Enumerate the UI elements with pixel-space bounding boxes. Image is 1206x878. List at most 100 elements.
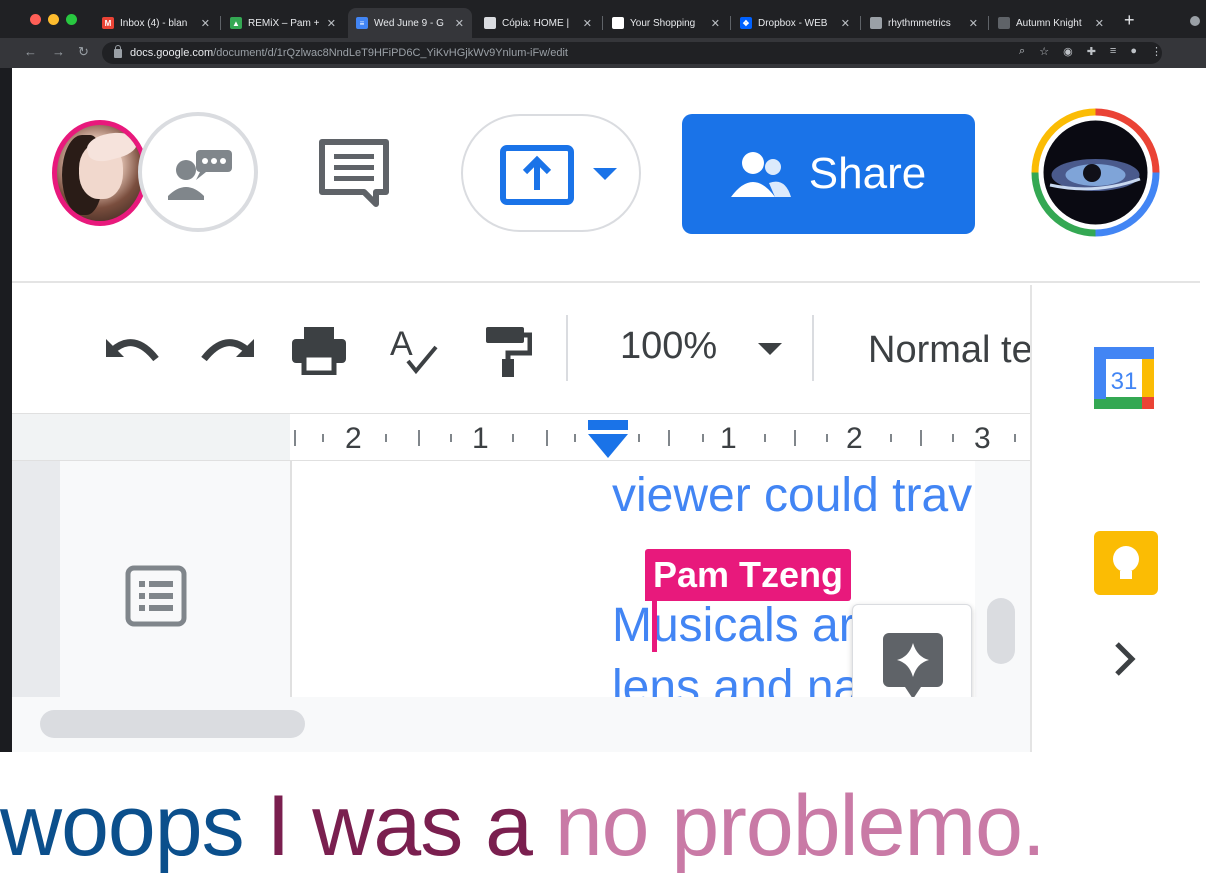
caption: woops I was a no problemo. bbox=[0, 776, 1206, 876]
browser-tab[interactable]: ❖ Dropbox - WEB ✕ bbox=[732, 8, 858, 38]
spellcheck-icon[interactable]: A bbox=[388, 325, 440, 377]
zoom-select[interactable]: 100% bbox=[620, 325, 717, 368]
close-tab-icon[interactable]: ✕ bbox=[455, 17, 464, 30]
calendar-icon[interactable]: 31 bbox=[1092, 345, 1156, 411]
ruler-tick bbox=[638, 434, 640, 442]
close-window-button[interactable] bbox=[30, 14, 41, 25]
new-tab-button[interactable]: + bbox=[1124, 10, 1135, 31]
ruler-tick bbox=[546, 430, 548, 446]
bookmark-star-icon[interactable]: ☆ bbox=[1039, 45, 1049, 58]
body-text-line[interactable]: viewer could trav bbox=[612, 468, 972, 523]
ruler[interactable]: 2 1 1 2 3 bbox=[12, 413, 1030, 461]
tab-label: Your Shopping bbox=[630, 17, 696, 29]
browser-tab[interactable]: Autumn Knight ✕ bbox=[990, 8, 1112, 38]
horizontal-scrollbar[interactable] bbox=[40, 710, 305, 738]
close-tab-icon[interactable]: ✕ bbox=[1095, 17, 1104, 30]
close-tab-icon[interactable]: ✕ bbox=[841, 17, 850, 30]
back-icon[interactable]: ← bbox=[24, 44, 37, 59]
page-icon bbox=[998, 17, 1010, 29]
indent-marker-icon[interactable] bbox=[586, 418, 630, 460]
zoom-icon[interactable]: ⌕ bbox=[1019, 45, 1025, 58]
zoom-dropdown-icon[interactable] bbox=[756, 341, 784, 357]
ruler-tick bbox=[702, 434, 704, 442]
calendar-day: 31 bbox=[1111, 368, 1138, 395]
ruler-tick bbox=[952, 434, 954, 442]
cube-icon bbox=[870, 17, 882, 29]
ruler-tick bbox=[385, 434, 387, 442]
avatar-hand bbox=[84, 126, 140, 166]
url-host: docs.google.com bbox=[130, 47, 214, 59]
paint-format-icon[interactable] bbox=[482, 323, 532, 379]
ruler-page-area bbox=[290, 414, 1030, 460]
caption-part-1: woops bbox=[0, 778, 267, 874]
ruler-number: 3 bbox=[974, 422, 991, 455]
present-button[interactable] bbox=[461, 114, 641, 232]
document-outline-icon[interactable] bbox=[125, 565, 187, 627]
ruler-tick bbox=[574, 434, 576, 442]
close-tab-icon[interactable]: ✕ bbox=[201, 17, 210, 30]
browser-tab[interactable]: M Inbox (4) - blan ✕ bbox=[94, 8, 218, 38]
maximize-window-button[interactable] bbox=[66, 14, 77, 25]
tab-label: Dropbox - WEB bbox=[758, 17, 828, 29]
anonymous-viewer-avatar[interactable] bbox=[138, 112, 258, 232]
paragraph-style-select[interactable]: Normal te bbox=[868, 329, 1030, 372]
media-icon[interactable]: ≡ bbox=[1110, 45, 1116, 58]
account-avatar[interactable] bbox=[1030, 107, 1161, 238]
side-panel: 31 bbox=[1030, 285, 1200, 752]
tab-label: Cópia: HOME | bbox=[502, 17, 570, 29]
drive-icon: ▲ bbox=[230, 17, 242, 29]
collaborator-cursor-label: Pam Tzeng bbox=[645, 549, 852, 601]
toolbar-divider bbox=[812, 315, 814, 381]
ruler-tick bbox=[764, 434, 766, 442]
expand-panel-icon[interactable] bbox=[1114, 641, 1136, 677]
close-tab-icon[interactable]: ✕ bbox=[711, 17, 720, 30]
browser-tab[interactable]: Your Shopping ✕ bbox=[604, 8, 728, 38]
keep-icon[interactable] bbox=[1094, 531, 1158, 595]
menu-icon[interactable]: ⋮ bbox=[1151, 45, 1162, 58]
browser-tab[interactable]: ≡ Wed June 9 - G ✕ bbox=[348, 8, 472, 38]
puzzle-icon[interactable]: ✚ bbox=[1087, 45, 1096, 58]
close-tab-icon[interactable]: ✕ bbox=[327, 17, 336, 30]
ruler-tick bbox=[294, 430, 296, 446]
browser-tab[interactable]: ▲ REMiX – Pam + ✕ bbox=[222, 8, 344, 38]
url-field[interactable]: docs.google.com/document/d/1rQzlwac8NndL… bbox=[102, 42, 1162, 64]
ruler-number: 2 bbox=[345, 422, 362, 455]
tab-strip: M Inbox (4) - blan ✕ ▲ REMiX – Pam + ✕ ≡ Wed J… bbox=[0, 0, 1206, 40]
undo-icon[interactable] bbox=[104, 329, 162, 369]
caption-part-3: no problemo. bbox=[554, 778, 1046, 874]
collaborator-avatar-pam[interactable] bbox=[52, 120, 148, 226]
screen: M Inbox (4) - blan ✕ ▲ REMiX – Pam + ✕ ≡ Wed J… bbox=[0, 0, 1206, 878]
url-path: /document/d/1rQzlwac8NndLeT9HFiPD6C_YiKv… bbox=[213, 47, 568, 59]
tab-separator bbox=[988, 16, 989, 30]
tab-separator bbox=[860, 16, 861, 30]
comment-history-icon[interactable] bbox=[318, 138, 390, 208]
profile-icon[interactable]: ● bbox=[1130, 45, 1137, 58]
tab-label: Autumn Knight bbox=[1016, 17, 1082, 29]
lock-icon bbox=[114, 44, 122, 58]
extension-eye-icon[interactable]: ◉ bbox=[1063, 45, 1073, 58]
reload-icon[interactable]: ↻ bbox=[78, 44, 89, 60]
toolbar-divider bbox=[566, 315, 568, 381]
tab-search-icon[interactable] bbox=[1190, 16, 1200, 26]
tab-separator bbox=[602, 16, 603, 30]
close-tab-icon[interactable]: ✕ bbox=[969, 17, 978, 30]
browser-tab[interactable]: Cópia: HOME | ✕ bbox=[476, 8, 600, 38]
tab-label: rhythmmetrics bbox=[888, 17, 951, 29]
ruler-number: 2 bbox=[846, 422, 863, 455]
body-text-line[interactable]: Musicals ar bbox=[612, 598, 855, 653]
forward-icon[interactable]: → bbox=[52, 44, 65, 59]
share-button[interactable]: Share bbox=[682, 114, 975, 234]
redo-icon[interactable] bbox=[198, 329, 256, 369]
browser-chrome: M Inbox (4) - blan ✕ ▲ REMiX – Pam + ✕ ≡ Wed J… bbox=[0, 0, 1206, 68]
browser-tab[interactable]: rhythmmetrics ✕ bbox=[862, 8, 986, 38]
caption-part-2: I was a bbox=[266, 778, 555, 874]
vertical-scrollbar[interactable] bbox=[987, 598, 1015, 664]
close-tab-icon[interactable]: ✕ bbox=[583, 17, 592, 30]
print-icon[interactable] bbox=[290, 325, 348, 375]
tab-separator bbox=[220, 16, 221, 30]
ruler-number: 1 bbox=[472, 422, 489, 455]
screen-bezel bbox=[0, 68, 12, 752]
minimize-window-button[interactable] bbox=[48, 14, 59, 25]
gmail-icon: M bbox=[102, 17, 114, 29]
ruler-tick bbox=[450, 434, 452, 442]
